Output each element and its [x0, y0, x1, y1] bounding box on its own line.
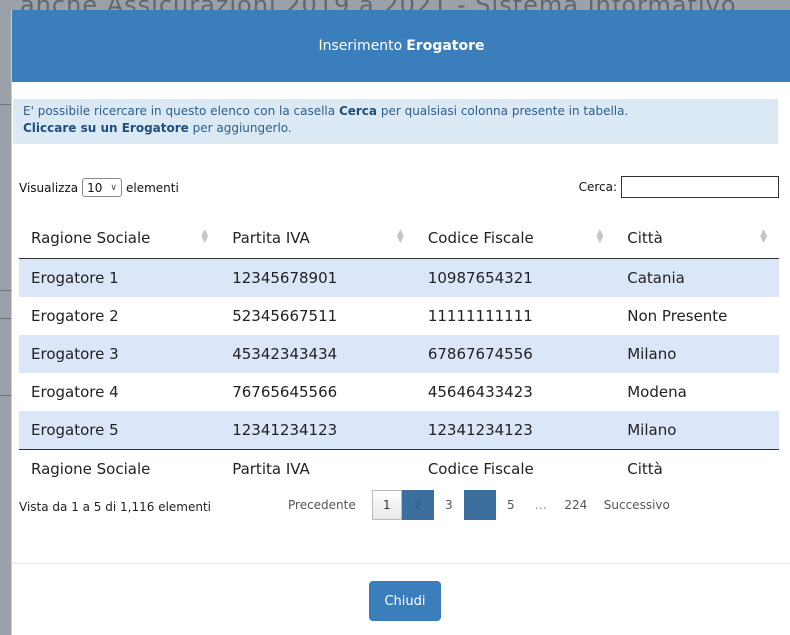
- cell-partita-iva: 76765645566: [232, 383, 338, 401]
- pagination-page-1[interactable]: 1: [371, 490, 402, 520]
- cell-ragione-sociale: Erogatore 2: [31, 307, 119, 325]
- pagination-previous[interactable]: Precedente: [276, 490, 368, 520]
- info-text: E' possibile ricercare in questo elenco …: [23, 104, 339, 118]
- page-length-control: Visualizza 10 ∨ elementi: [19, 178, 179, 197]
- table-row[interactable]: Erogatore 3 45342343434 67867674556 Mila…: [19, 335, 779, 373]
- sort-icon: ▲ ▼: [760, 228, 767, 245]
- pagination-page-4[interactable]: 4: [463, 490, 496, 520]
- cell-citta: Modena: [627, 383, 687, 401]
- cell-partita-iva: 12341234123: [220, 411, 416, 450]
- search-input[interactable]: [621, 176, 779, 198]
- info-keyword-cerca: Cerca: [338, 104, 378, 118]
- info-text: per aggiungerlo.: [188, 121, 292, 135]
- cell-codice-fiscale: 10987654321: [415, 258, 616, 297]
- column-header-ragione-sociale[interactable]: Ragione Sociale ▲ ▼: [19, 218, 221, 259]
- length-label-suffix: elementi: [125, 180, 179, 195]
- search-control: Cerca:: [579, 176, 779, 198]
- cell-citta: Non Presente: [627, 307, 728, 325]
- column-header-citta[interactable]: Città ▲ ▼: [615, 218, 779, 259]
- column-header-partita-iva[interactable]: Partita IVA ▲ ▼: [220, 218, 416, 259]
- pagination: Precedente 1 2 3 4 5 … 224 Successivo: [276, 490, 678, 520]
- info-line-2: Cliccare su un Erogatore per aggiungerlo…: [23, 120, 768, 137]
- sort-icon: ▲ ▼: [201, 228, 209, 245]
- table-info-text: Vista da 1 a 5 di 1,116 elementi: [19, 500, 212, 514]
- cell-partita-iva: 12345678901: [220, 258, 416, 297]
- column-label: Partita IVA: [232, 229, 310, 247]
- column-header-codice-fiscale[interactable]: Codice Fiscale ▲ ▼: [415, 218, 616, 259]
- footer-column-citta: Città: [615, 449, 779, 488]
- column-label: Codice Fiscale: [427, 229, 534, 247]
- info-text: per qualsiasi colonna presente in tabell…: [377, 104, 629, 118]
- footer-column-partita-iva: Partita IVA: [220, 449, 416, 488]
- length-label-prefix: Visualizza: [19, 180, 79, 195]
- table-row[interactable]: Erogatore 4 76765645566 45646433423 Mode…: [19, 373, 779, 411]
- dialog-title-prefix: Inserimento: [318, 38, 403, 54]
- cell-ragione-sociale: Erogatore 3: [19, 335, 221, 373]
- pagination-next[interactable]: Successivo: [596, 490, 678, 520]
- page-length-value: 10: [87, 180, 103, 195]
- column-label: Città: [627, 229, 663, 247]
- sort-icon: ▲ ▼: [596, 228, 604, 245]
- dialog-header: Inserimento Erogatore: [12, 10, 790, 82]
- dialog-footer-divider: [11, 563, 790, 564]
- cell-ragione-sociale: Erogatore 5: [19, 411, 221, 450]
- close-button[interactable]: Chiudi: [369, 581, 441, 621]
- sort-icon: ▲ ▼: [396, 228, 404, 245]
- cell-partita-iva: 45342343434: [220, 335, 416, 373]
- table-controls: Visualizza 10 ∨ elementi Cerca:: [19, 176, 779, 200]
- erogatori-table: Ragione Sociale ▲ ▼ Partita IVA ▲ ▼ Codice F…: [19, 218, 779, 488]
- page-length-select[interactable]: 10 ∨: [82, 178, 122, 197]
- cell-citta: Milano: [615, 335, 779, 373]
- info-line-1: E' possibile ricercare in questo elenco …: [23, 103, 768, 120]
- search-label: Cerca:: [578, 180, 617, 194]
- cell-citta: Catania: [615, 258, 779, 297]
- footer-column-codice-fiscale: Codice Fiscale: [415, 449, 616, 488]
- cell-codice-fiscale: 11111111111: [427, 307, 533, 325]
- cell-codice-fiscale: 45646433423: [427, 383, 533, 401]
- cell-ragione-sociale: Erogatore 1: [19, 258, 221, 297]
- pagination-ellipsis: …: [534, 498, 547, 512]
- chevron-down-icon: ∨: [110, 182, 117, 193]
- info-alert: E' possibile ricercare in questo elenco …: [13, 99, 778, 144]
- cell-ragione-sociale: Erogatore 4: [31, 383, 119, 401]
- cell-codice-fiscale: 12341234123: [415, 411, 616, 450]
- info-keyword-erogatore: Cliccare su un Erogatore: [23, 121, 189, 135]
- cell-citta: Milano: [615, 411, 779, 450]
- pagination-page-5[interactable]: 5: [496, 490, 526, 520]
- table-row[interactable]: Erogatore 2 52345667511 11111111111 Non …: [19, 297, 779, 335]
- pagination-page-3[interactable]: 3: [434, 490, 464, 520]
- footer-column-ragione-sociale: Ragione Sociale: [19, 449, 221, 488]
- pagination-page-2[interactable]: 2: [401, 490, 434, 520]
- cell-partita-iva: 52345667511: [232, 307, 338, 325]
- table-row[interactable]: Erogatore 1 12345678901 10987654321 Cata…: [19, 258, 779, 297]
- pagination-page-224[interactable]: 224: [556, 490, 596, 520]
- dialog-title-bold: Erogatore: [406, 38, 485, 54]
- table-row[interactable]: Erogatore 5 12341234123 12341234123 Mila…: [19, 411, 779, 450]
- column-label: Ragione Sociale: [31, 229, 151, 247]
- cell-codice-fiscale: 67867674556: [415, 335, 616, 373]
